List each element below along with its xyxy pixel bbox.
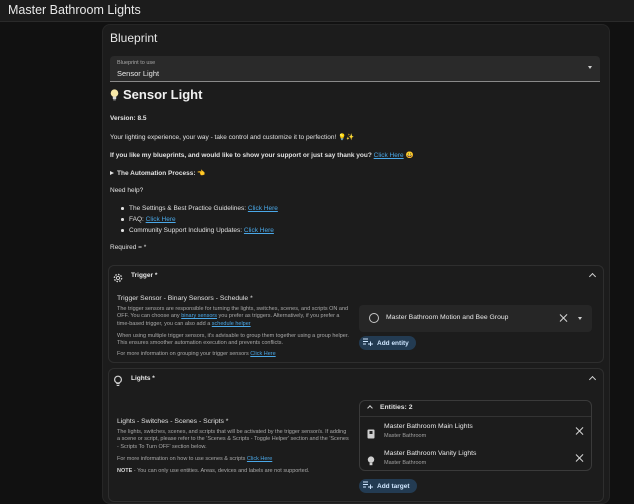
lightbulb-icon [110, 88, 119, 101]
add-list-icon [363, 481, 373, 491]
bullet-icon [121, 218, 124, 221]
link-item-faq: FAQ: Click Here [129, 216, 176, 223]
help-text: Need help? [110, 187, 144, 194]
add-entity-label: Add entity [377, 339, 409, 347]
entities-count: Entities: 2 [380, 404, 413, 411]
blueprint-select-label: Blueprint to use [117, 60, 156, 66]
link-item-guidelines: The Settings & Best Practice Guidelines:… [129, 205, 278, 212]
automation-process-text: The Automation Process: 👈 [117, 170, 206, 177]
support-text: If you like my blueprints, and would lik… [110, 152, 372, 159]
scenes-scripts-link[interactable]: Click Here [247, 456, 272, 462]
blueprint-select[interactable]: Blueprint to use Sensor Light [110, 56, 600, 82]
add-target-label: Add target [377, 482, 410, 490]
blueprint-select-value: Sensor Light [117, 69, 160, 78]
entity-name: Master Bathroom Main Lights [384, 423, 473, 430]
entities-list: Entities: 2 Master Bathroom Main Lights … [359, 400, 592, 471]
remove-icon[interactable] [576, 427, 584, 435]
community-link[interactable]: Click Here [244, 227, 274, 234]
dropdown-caret-icon [588, 66, 592, 69]
bullet-icon [121, 207, 124, 210]
required-note: Required = * [110, 244, 147, 251]
bulb-icon [367, 453, 375, 471]
automation-process-toggle[interactable]: The Automation Process: 👈 [110, 169, 205, 177]
lights-desc-1: The lights, switches, scenes, and script… [117, 429, 349, 450]
add-entity-button[interactable]: Add entity [359, 336, 416, 350]
entity-name: Master Bathroom Vanity Lights [384, 450, 477, 457]
guidelines-link[interactable]: Click Here [248, 205, 278, 212]
clear-icon[interactable] [560, 314, 568, 322]
trigger-field-title: Trigger Sensor - Binary Sensors - Schedu… [117, 295, 253, 302]
version-text: Version: 8.5 [110, 115, 147, 122]
bullet-icon [121, 229, 124, 232]
lights-desc-2-text: For more information on how to use scene… [117, 456, 246, 462]
trigger-desc-3-text: For more information on grouping your tr… [117, 351, 249, 357]
trigger-desc-1: The trigger sensors are responsible for … [117, 306, 349, 328]
blueprint-title: Sensor Light [110, 87, 202, 102]
trigger-entity-name: Master Bathroom Motion and Bee Group [386, 314, 509, 321]
blueprint-heading: Blueprint [110, 31, 158, 45]
lights-desc-2: For more information on how to use scene… [117, 456, 272, 463]
note-text: - You can only use entities. Areas, devi… [132, 468, 310, 474]
tagline-text: Your lighting experience, your way - tak… [110, 134, 355, 141]
chevron-up-icon[interactable] [367, 405, 373, 411]
disclosure-triangle-icon [110, 171, 114, 176]
divider [360, 416, 591, 417]
gear-icon [112, 271, 124, 283]
schedule-helper-link[interactable]: schedule helper [212, 321, 251, 327]
remove-icon[interactable] [576, 454, 584, 462]
top-app-bar: Master Bathroom Lights [0, 0, 634, 22]
switch-icon [367, 426, 375, 444]
add-list-icon [363, 338, 373, 348]
list-item[interactable]: Master Bathroom Main Lights Master Bathr… [360, 418, 591, 444]
lights-note: NOTE - You can only use entities. Areas,… [117, 468, 309, 475]
add-target-button[interactable]: Add target [359, 479, 417, 493]
trigger-section-title: Trigger * [131, 272, 158, 279]
note-label: NOTE [117, 468, 133, 474]
link-item-label: The Settings & Best Practice Guidelines: [129, 205, 247, 212]
support-link[interactable]: Click Here [374, 152, 404, 159]
link-item-community: Community Support Including Updates: Cli… [129, 227, 274, 234]
trigger-desc-2: When using multiple trigger sensors, it'… [117, 333, 349, 347]
trigger-desc-3: For more information on grouping your tr… [117, 351, 276, 358]
entity-status-icon [369, 313, 379, 323]
support-line: If you like my blueprints, and would lik… [110, 151, 414, 159]
page-title: Master Bathroom Lights [8, 3, 141, 17]
chevron-up-icon[interactable] [588, 272, 597, 281]
support-emoji: 😀 [405, 152, 414, 159]
link-item-label: Community Support Including Updates: [129, 227, 243, 234]
blueprint-title-text: Sensor Light [123, 87, 203, 102]
faq-link[interactable]: Click Here [146, 216, 176, 223]
entity-area: Master Bathroom [384, 460, 427, 466]
lightbulb-outline-icon [112, 374, 124, 386]
trigger-entity-selected[interactable]: Master Bathroom Motion and Bee Group [359, 305, 592, 332]
binary-sensors-link[interactable]: binary sensors [181, 313, 217, 319]
dropdown-caret-icon[interactable] [578, 317, 582, 320]
grouping-link[interactable]: Click Here [250, 351, 275, 357]
lights-section-header[interactable]: Lights * [109, 369, 603, 391]
lights-field-title: Lights - Switches - Scenes - Scripts * [117, 418, 229, 425]
trigger-section-header[interactable]: Trigger * [109, 266, 603, 288]
lights-section-title: Lights * [131, 375, 155, 382]
link-item-label: FAQ: [129, 216, 144, 223]
entity-area: Master Bathroom [384, 433, 427, 439]
chevron-up-icon[interactable] [588, 375, 597, 384]
list-item[interactable]: Master Bathroom Vanity Lights Master Bat… [360, 445, 591, 471]
